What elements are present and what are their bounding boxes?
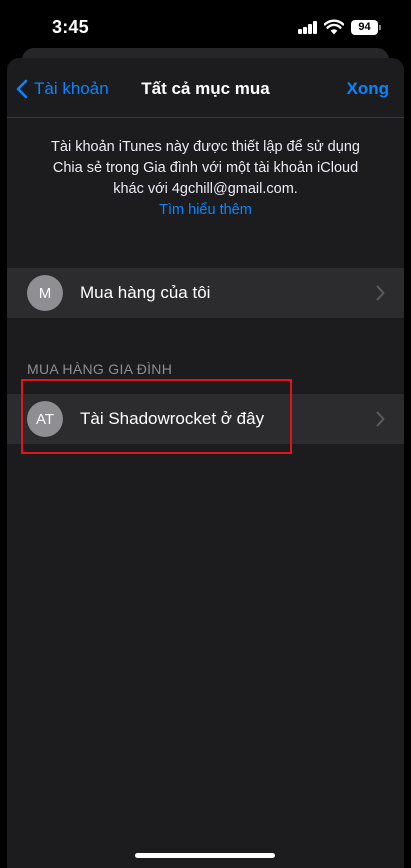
chevron-right-icon: [376, 411, 385, 427]
family-member-row[interactable]: AT Tài Shadowrocket ở đây: [7, 394, 404, 444]
status-time: 3:45: [52, 17, 89, 37]
chevron-right-icon: [376, 285, 385, 301]
chevron-left-icon: [16, 79, 28, 99]
cellular-signal-icon: [298, 21, 318, 34]
my-purchases-row[interactable]: M Mua hàng của tôi: [7, 268, 404, 318]
learn-more-link[interactable]: Tìm hiểu thêm: [47, 200, 364, 221]
wifi-icon: [324, 19, 344, 35]
screen: 3:45 94 Tài khoản Tất cả mục mua Xong Tà…: [0, 0, 411, 868]
avatar: AT: [27, 401, 63, 437]
family-sharing-info: Tài khoản iTunes này được thiết lập để s…: [47, 137, 364, 221]
info-text: Tài khoản iTunes này được thiết lập để s…: [51, 139, 360, 197]
back-button[interactable]: Tài khoản: [16, 78, 109, 100]
navigation-bar: Tài khoản Tất cả mục mua Xong: [7, 58, 404, 118]
family-member-label: Tài Shadowrocket ở đây: [80, 409, 265, 428]
family-purchases-header: MUA HÀNG GIA ĐÌNH: [27, 361, 173, 377]
purchases-sheet: Tài khoản Tất cả mục mua Xong Tài khoản …: [7, 58, 404, 868]
back-button-label: Tài khoản: [34, 79, 109, 98]
home-indicator: [135, 853, 275, 858]
battery-cap: [379, 25, 381, 30]
avatar: M: [27, 275, 63, 311]
done-button[interactable]: Xong: [347, 79, 390, 99]
battery-icon: 94: [351, 20, 378, 35]
my-purchases-label: Mua hàng của tôi: [80, 283, 211, 302]
